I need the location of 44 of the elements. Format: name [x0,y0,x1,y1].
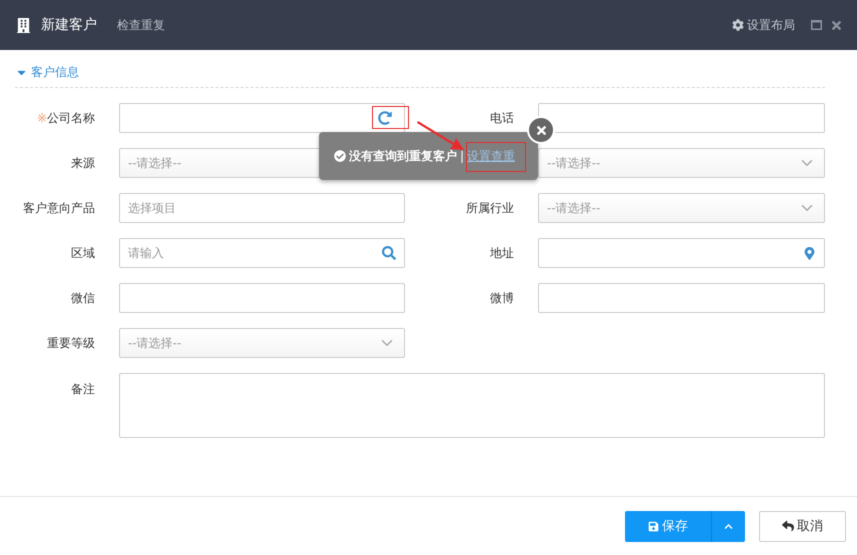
highlight-box [466,142,526,172]
reply-arrow-icon [782,520,794,532]
dropdown[interactable]: --请选择-- [538,193,825,223]
save-button[interactable]: 保存 [625,510,711,542]
input-field[interactable] [119,103,405,133]
field-label: 地址 [490,244,514,262]
map-pin-icon [803,246,816,260]
field-label: 备注 [71,381,95,398]
field-label: 微博 [490,290,514,306]
window-title: 新建客户 [41,16,97,34]
search-icon[interactable] [382,246,396,260]
field-label: 公司名称 [47,110,95,126]
building-icon [16,18,31,32]
field-label: 客户意向产品 [23,200,95,216]
close-icon [534,124,548,136]
highlight-box [372,106,409,129]
check-duplicate-link[interactable]: 检查重复 [117,16,732,34]
textarea-field[interactable] [119,373,825,438]
layout-settings-button[interactable]: 设置布局 [732,16,795,34]
close-icon[interactable] [830,18,843,32]
input-field[interactable] [538,283,825,313]
refresh-icon[interactable] [378,111,392,125]
input-field[interactable]: 选择项目 [119,193,405,223]
maximize-icon[interactable] [811,20,822,30]
dropdown[interactable]: --请选择-- [538,148,825,178]
input-field[interactable] [538,103,825,133]
separator: | [460,149,464,163]
field-label: 所属行业 [466,200,514,216]
save-options-button[interactable] [711,510,745,542]
input-field[interactable] [538,238,825,268]
gear-icon [732,19,744,31]
duplicate-settings-link[interactable]: 设置查重 [467,148,516,164]
field-label: 重要等级 [47,334,95,352]
field-label: 电话 [490,110,514,126]
input-field[interactable]: 请输入 [119,238,405,268]
field-label: 区域 [71,244,95,262]
field-label: 来源 [71,154,95,172]
chevron-up-icon [724,522,733,530]
field-label: 微信 [71,290,95,306]
dropdown[interactable]: --请选择-- [119,328,405,358]
section-header[interactable]: 客户信息 [15,64,825,88]
input-field[interactable] [119,283,405,313]
required-mark: ※ [36,111,47,125]
cancel-button[interactable]: 取消 [759,510,846,542]
